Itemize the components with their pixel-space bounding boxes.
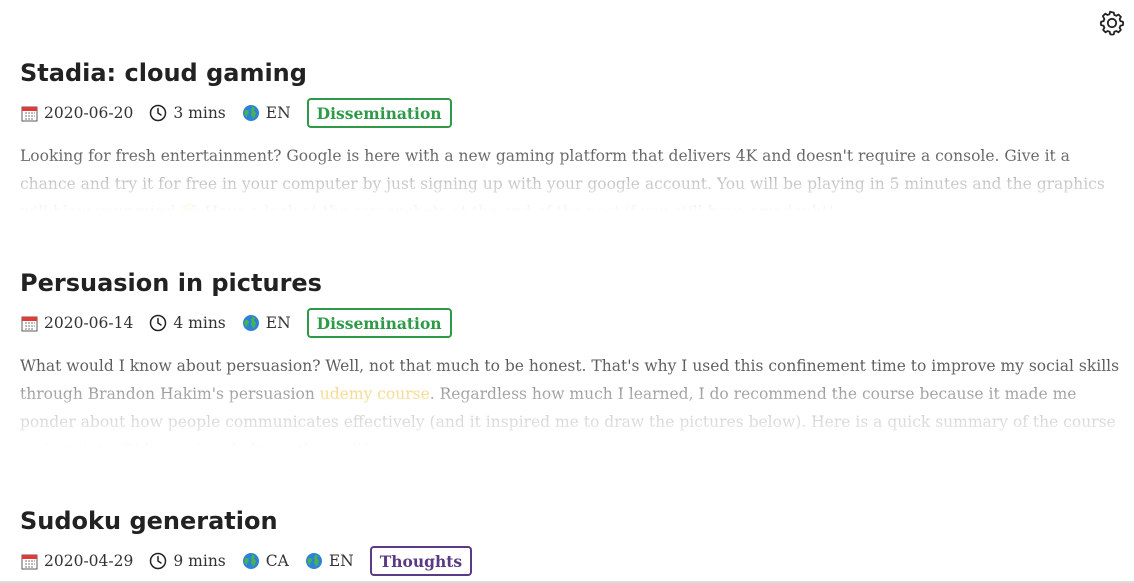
globe-icon (242, 104, 260, 122)
calendar-icon (20, 552, 38, 570)
dizzy-face-emoji: 😵 (180, 203, 200, 212)
language-badge-en: EN (242, 104, 291, 122)
post-read-time-text: 9 mins (173, 552, 226, 570)
globe-icon (242, 552, 260, 570)
post-date: 2020-06-14 (20, 314, 133, 332)
udemy-course-link[interactable]: udemy course (320, 385, 430, 403)
post-title[interactable]: Stadia: cloud gaming (20, 58, 1120, 88)
post-date: 2020-06-20 (20, 104, 133, 122)
post-read-time-text: 4 mins (173, 314, 226, 332)
language-code: EN (328, 552, 354, 570)
post-excerpt-text-continued: Have a look at the screenshots at the en… (199, 203, 835, 212)
post-read-time-text: 3 mins (173, 104, 226, 122)
post-title[interactable]: Persuasion in pictures (20, 268, 1120, 298)
calendar-icon (20, 104, 38, 122)
clock-icon (149, 314, 167, 332)
post-card[interactable]: Persuasion in pictures 2020-06-14 4 mins… (20, 268, 1120, 448)
category-tag[interactable]: Thoughts (369, 546, 473, 576)
language-code: EN (265, 314, 291, 332)
post-read-time: 9 mins (149, 552, 226, 570)
language-badge-en: EN (305, 552, 354, 570)
globe-icon (305, 552, 323, 570)
language-code: EN (265, 104, 291, 122)
post-metadata: 2020-06-14 4 mins EN Dissemination (20, 306, 1120, 340)
blog-page: Stadia: cloud gaming 2020-06-20 3 mins E… (0, 0, 1134, 583)
post-metadata: 2020-04-29 9 mins CA EN Thoughts (20, 544, 1120, 578)
post-excerpt: What would I know about persuasion? Well… (20, 352, 1120, 448)
post-read-time: 3 mins (149, 104, 226, 122)
post-card[interactable]: Sudoku generation 2020-04-29 9 mins CA E… (20, 506, 1120, 578)
post-date-text: 2020-06-20 (44, 104, 134, 122)
gear-icon (1099, 10, 1125, 36)
post-date-text: 2020-06-14 (44, 314, 134, 332)
clock-icon (149, 104, 167, 122)
settings-button[interactable] (1098, 9, 1126, 37)
post-metadata: 2020-06-20 3 mins EN Dissemination (20, 96, 1120, 130)
globe-icon (242, 314, 260, 332)
language-badge-en: EN (242, 314, 291, 332)
post-card[interactable]: Stadia: cloud gaming 2020-06-20 3 mins E… (20, 58, 1120, 212)
category-tag[interactable]: Dissemination (306, 308, 452, 338)
post-read-time: 4 mins (149, 314, 226, 332)
post-date-text: 2020-04-29 (44, 552, 134, 570)
clock-icon (149, 552, 167, 570)
category-tag[interactable]: Dissemination (306, 98, 452, 128)
language-badge-ca: CA (242, 552, 289, 570)
post-date: 2020-04-29 (20, 552, 133, 570)
post-excerpt: Looking for fresh entertainment? Google … (20, 142, 1120, 212)
language-code: CA (265, 552, 289, 570)
calendar-icon (20, 314, 38, 332)
post-title[interactable]: Sudoku generation (20, 506, 1120, 536)
